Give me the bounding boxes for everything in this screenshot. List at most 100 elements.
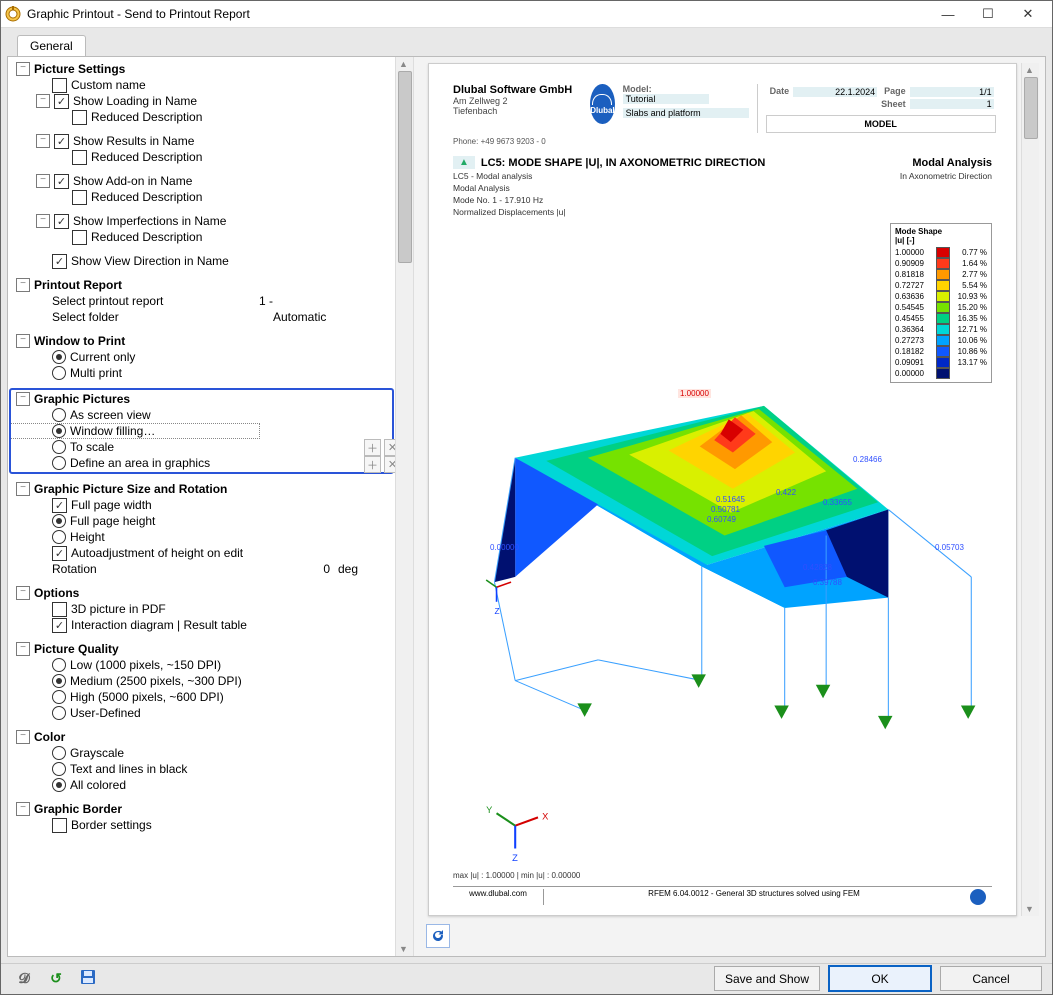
val-select-report[interactable]: 1 - xyxy=(193,294,393,308)
help-button[interactable]: 𝓓 xyxy=(11,966,37,992)
collapse-icon[interactable]: − xyxy=(16,586,30,600)
opt-reduced-desc[interactable]: Reduced Description xyxy=(91,230,202,244)
val-select-folder[interactable]: Automatic xyxy=(273,310,393,324)
radio[interactable] xyxy=(52,424,66,438)
checkbox[interactable] xyxy=(72,190,87,205)
opt-show-loading[interactable]: Show Loading in Name xyxy=(73,94,197,108)
opt-autoadjust[interactable]: Autoadjustment of height on edit xyxy=(71,546,243,560)
settings-tree-panel: −Picture Settings Custom name −✓Show Loa… xyxy=(8,57,414,956)
checkbox[interactable]: ✓ xyxy=(54,134,69,149)
radio[interactable] xyxy=(52,746,66,760)
opt-height[interactable]: Height xyxy=(70,530,105,544)
radio[interactable] xyxy=(52,350,66,364)
collapse-icon[interactable]: − xyxy=(16,482,30,496)
radio[interactable] xyxy=(52,706,66,720)
checkbox[interactable]: ✓ xyxy=(54,174,69,189)
opt-border-settings[interactable]: Border settings xyxy=(71,818,152,832)
x-icon[interactable]: ✕ xyxy=(384,439,395,456)
collapse-icon[interactable]: − xyxy=(16,62,30,76)
tab-general[interactable]: General xyxy=(17,35,86,56)
opt-q-high[interactable]: High (5000 pixels, ~600 DPI) xyxy=(70,690,224,704)
opt-q-medium[interactable]: Medium (2500 pixels, ~300 DPI) xyxy=(70,674,242,688)
checkbox[interactable]: ✓ xyxy=(52,254,67,269)
opt-show-results[interactable]: Show Results in Name xyxy=(73,134,194,148)
opt-define-area[interactable]: Define an area in graphics xyxy=(70,456,210,470)
radio[interactable] xyxy=(52,366,66,380)
opt-show-view-dir[interactable]: Show View Direction in Name xyxy=(71,254,229,268)
opt-reduced-desc[interactable]: Reduced Description xyxy=(91,110,202,124)
checkbox[interactable]: ✓ xyxy=(52,618,67,633)
radio[interactable] xyxy=(52,762,66,776)
collapse-icon[interactable]: − xyxy=(36,174,50,188)
x-icon[interactable]: ✕ xyxy=(384,456,395,473)
radio[interactable] xyxy=(52,778,66,792)
collapse-icon[interactable]: − xyxy=(36,94,50,108)
opt-reduced-desc[interactable]: Reduced Description xyxy=(91,150,202,164)
opt-all-colored[interactable]: All colored xyxy=(70,778,126,792)
opt-show-addon[interactable]: Show Add-on in Name xyxy=(73,174,192,188)
checkbox[interactable] xyxy=(52,818,67,833)
radio[interactable] xyxy=(52,674,66,688)
collapse-icon[interactable]: − xyxy=(36,134,50,148)
collapse-icon[interactable]: − xyxy=(16,730,30,744)
tree-scrollbar[interactable]: ▲ ▼ xyxy=(395,57,413,956)
checkbox[interactable]: ✓ xyxy=(54,214,69,229)
opt-custom-name[interactable]: Custom name xyxy=(71,78,146,92)
opt-as-screen[interactable]: As screen view xyxy=(70,408,151,422)
preview-panel: Dlubal Software GmbH Am Zellweg 2 Tiefen… xyxy=(414,57,1045,956)
collapse-icon[interactable]: − xyxy=(36,214,50,228)
radio[interactable] xyxy=(52,440,66,454)
collapse-icon[interactable]: − xyxy=(16,278,30,292)
minimize-button[interactable]: — xyxy=(928,1,968,27)
opt-3d-pdf[interactable]: 3D picture in PDF xyxy=(71,602,166,616)
preview-scrollbar[interactable]: ▲ ▼ xyxy=(1021,63,1039,916)
close-button[interactable]: ✕ xyxy=(1008,1,1048,27)
dlubal-logo-icon: Dlubal xyxy=(590,84,614,124)
collapse-icon[interactable]: − xyxy=(16,802,30,816)
collapse-icon[interactable]: − xyxy=(16,392,30,406)
reset-button[interactable]: ↺ xyxy=(43,966,69,992)
checkbox[interactable] xyxy=(52,78,67,93)
radio[interactable] xyxy=(52,658,66,672)
collapse-icon[interactable]: − xyxy=(16,334,30,348)
opt-interaction[interactable]: Interaction diagram | Result table xyxy=(71,618,247,632)
ok-button[interactable]: OK xyxy=(828,965,932,992)
val-rotation[interactable]: 0 xyxy=(255,562,334,576)
opt-current-only[interactable]: Current only xyxy=(70,350,135,364)
checkbox[interactable]: ✓ xyxy=(52,498,67,513)
checkbox[interactable]: ✓ xyxy=(52,546,67,561)
radio[interactable] xyxy=(52,514,66,528)
radio[interactable] xyxy=(52,408,66,422)
checkbox[interactable]: ✓ xyxy=(54,94,69,109)
opt-full-height[interactable]: Full page height xyxy=(70,514,155,528)
checkbox[interactable] xyxy=(72,150,87,165)
maximize-button[interactable]: ☐ xyxy=(968,1,1008,27)
lbl-select-report[interactable]: Select printout report xyxy=(52,294,163,308)
checkbox[interactable] xyxy=(52,602,67,617)
plus-icon[interactable]: ＋ xyxy=(364,456,381,473)
opt-window-filling[interactable]: Window filling… xyxy=(70,424,155,438)
company-name: Dlubal Software GmbH xyxy=(453,84,572,96)
opt-to-scale[interactable]: To scale xyxy=(70,440,114,454)
opt-reduced-desc[interactable]: Reduced Description xyxy=(91,190,202,204)
radio[interactable] xyxy=(52,690,66,704)
opt-grayscale[interactable]: Grayscale xyxy=(70,746,124,760)
plus-icon[interactable]: ＋ xyxy=(364,439,381,456)
radio[interactable] xyxy=(52,456,66,470)
opt-q-low[interactable]: Low (1000 pixels, ~150 DPI) xyxy=(70,658,221,672)
checkbox[interactable] xyxy=(72,230,87,245)
refresh-button[interactable] xyxy=(426,924,450,948)
opt-black-text[interactable]: Text and lines in black xyxy=(70,762,187,776)
save-default-button[interactable] xyxy=(75,966,101,992)
radio[interactable] xyxy=(52,530,66,544)
checkbox[interactable] xyxy=(72,110,87,125)
cancel-button[interactable]: Cancel xyxy=(940,966,1042,991)
opt-multi-print[interactable]: Multi print xyxy=(70,366,122,380)
collapse-icon[interactable]: − xyxy=(16,642,30,656)
opt-show-imperfections[interactable]: Show Imperfections in Name xyxy=(73,214,226,228)
settings-tree[interactable]: −Picture Settings Custom name −✓Show Loa… xyxy=(8,57,395,956)
lbl-select-folder[interactable]: Select folder xyxy=(52,310,119,324)
opt-full-width[interactable]: Full page width xyxy=(71,498,152,512)
opt-q-user[interactable]: User-Defined xyxy=(70,706,141,720)
save-and-show-button[interactable]: Save and Show xyxy=(714,966,820,991)
